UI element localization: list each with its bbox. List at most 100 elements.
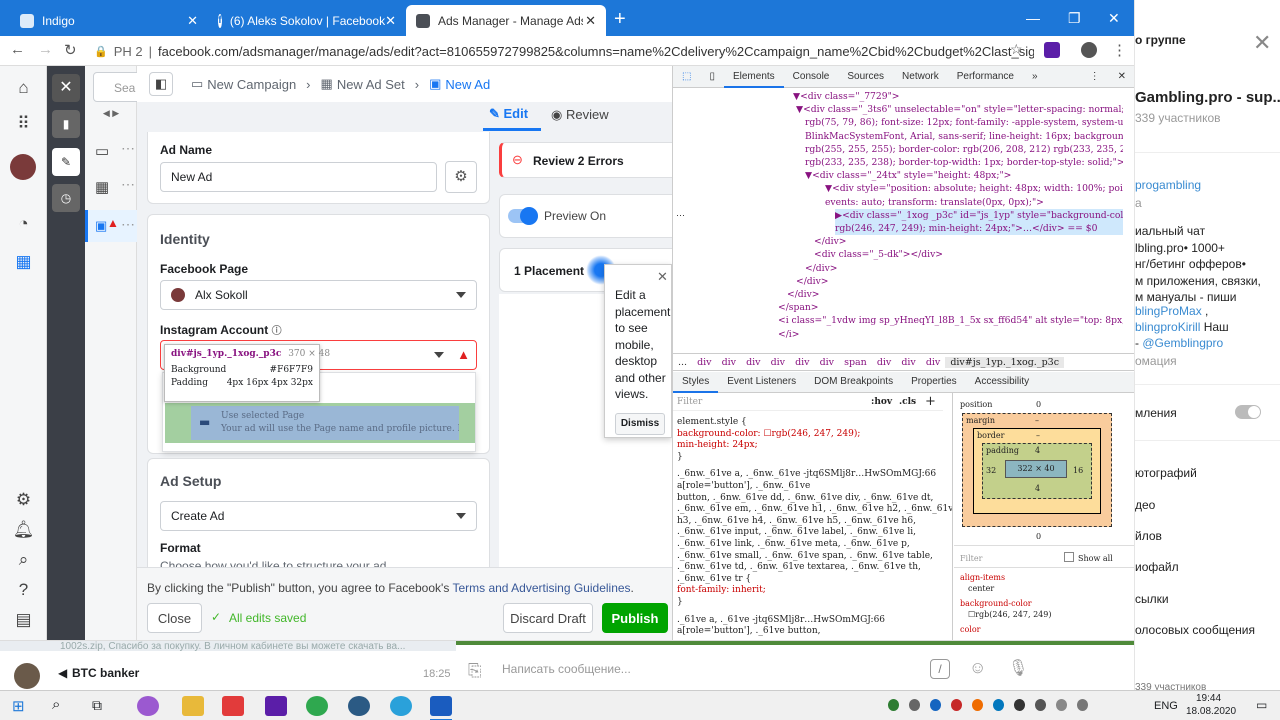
bookmark-star-icon[interactable]: ☆: [1010, 41, 1023, 58]
ad-setup-select[interactable]: Create Ad: [160, 501, 477, 531]
media-voice[interactable]: олосовых сообщения: [1135, 623, 1255, 637]
media-video[interactable]: део: [1135, 498, 1155, 512]
media-audio[interactable]: иофайл: [1135, 560, 1179, 574]
maximize-icon[interactable]: ❐: [1068, 10, 1081, 27]
telegram-icon[interactable]: [390, 696, 412, 716]
review-errors-card[interactable]: ⊖ Review 2 Errors: [499, 142, 672, 178]
style-rule-line[interactable]: button, ._6nw._61ve dd, ._6nw._61ve div,…: [677, 493, 933, 503]
close-icon[interactable]: ✕: [52, 74, 80, 102]
subtab-dom-breakpoints[interactable]: DOM Breakpoints: [805, 371, 902, 393]
profile-avatar[interactable]: [1081, 42, 1097, 58]
tray-icon[interactable]: [972, 699, 983, 711]
tray-icon[interactable]: [888, 699, 899, 711]
clock-date[interactable]: 18.08.2020: [1186, 706, 1236, 717]
dom-crumb[interactable]: div: [790, 357, 815, 368]
attach-icon[interactable]: ⎘: [468, 661, 482, 681]
style-rule-line[interactable]: ._6nw._61ve link, ._6nw._61ve meta, ._6n…: [677, 539, 910, 549]
dom-crumb[interactable]: div: [741, 357, 766, 368]
task-view-icon[interactable]: ⧉: [92, 697, 102, 714]
dom-tree-line[interactable]: ▼<div style="position: absolute; height:…: [825, 182, 1123, 195]
dom-crumb[interactable]: div: [872, 357, 897, 368]
desc-link[interactable]: blingProMax: [1135, 304, 1202, 318]
gear-icon[interactable]: ⚙: [445, 161, 477, 193]
device-toolbar-icon[interactable]: ▯: [700, 66, 724, 88]
tray-icon[interactable]: [993, 699, 1004, 711]
close-icon[interactable]: ✕: [585, 13, 596, 29]
dom-tree-line[interactable]: ▼<div class="_3ts6" unselectable="on" st…: [796, 103, 1123, 116]
style-rule-line[interactable]: ._6nw._61ve em, ._6nw._61ve h1, ._6nw._6…: [677, 504, 952, 514]
dom-tree-line[interactable]: <div class="_5-dk"></div>: [814, 248, 943, 261]
info-icon[interactable]: ⓘ: [272, 326, 282, 337]
home-icon[interactable]: ⌂: [0, 78, 47, 98]
dom-tree-line[interactable]: rgb(246, 247, 249); min-height: 24px;">……: [835, 222, 1123, 236]
close-button[interactable]: Close: [147, 603, 202, 633]
style-rule-line[interactable]: a[role='button'], ._6nw._61ve: [677, 481, 810, 491]
media-photos[interactable]: ютографий: [1135, 466, 1197, 480]
show-all-checkbox[interactable]: [1064, 552, 1074, 562]
dom-tree-line[interactable]: </span>: [778, 301, 818, 314]
indigo-taskbar-icon[interactable]: [137, 696, 159, 716]
breadcrumb-adset[interactable]: New Ad Set: [337, 77, 405, 92]
tree-scroll-arrows[interactable]: ◀ ▶: [85, 108, 137, 119]
style-rule-line[interactable]: ._6nw._61ve tr {: [677, 574, 751, 584]
tray-icon[interactable]: [1077, 699, 1088, 711]
gauge-icon[interactable]: ◔: [0, 214, 47, 234]
microphone-icon[interactable]: 🎙︎: [1008, 658, 1028, 678]
new-tab-icon[interactable]: +: [614, 8, 626, 31]
search-icon[interactable]: ⌕: [0, 550, 47, 570]
close-icon[interactable]: ✕: [187, 13, 198, 29]
discard-draft-button[interactable]: Discard Draft: [503, 603, 593, 633]
style-rule-line[interactable]: ._6nw._61ve td, ._6nw._61ve textarea, ._…: [677, 562, 921, 572]
tray-icon[interactable]: [1056, 699, 1067, 711]
minimize-icon[interactable]: —: [1026, 10, 1040, 26]
devtools-tab-network[interactable]: Network: [893, 66, 948, 88]
media-files[interactable]: йлов: [1135, 529, 1162, 543]
style-rule-line[interactable]: }: [677, 452, 683, 462]
dom-tree-line[interactable]: </div>: [814, 235, 847, 248]
message-input[interactable]: Написать сообщение...: [502, 662, 631, 676]
computed-prop[interactable]: color: [960, 625, 981, 634]
style-rule-line[interactable]: ._6nw._61ve small, ._6nw._61ve span, ._6…: [677, 551, 933, 561]
browser-menu-icon[interactable]: ⋮: [1112, 41, 1127, 59]
devtools-tab-console[interactable]: Console: [784, 66, 839, 88]
tab-indigo[interactable]: Indigo ✕: [10, 5, 208, 36]
tray-icon[interactable]: [951, 699, 962, 711]
devtools-tab-sources[interactable]: Sources: [838, 66, 893, 88]
dom-crumb[interactable]: div: [921, 357, 946, 368]
subtab-properties[interactable]: Properties: [902, 371, 966, 393]
dom-tree-line[interactable]: rgb(233, 235, 238); border-top-width: 1p…: [805, 156, 1123, 169]
dropdown-option-use-selected[interactable]: Use selected Page Your ad will use the P…: [191, 406, 459, 440]
tab-ads-manager[interactable]: Ads Manager - Manage Ads - Ac ✕: [406, 5, 606, 36]
tray-icon[interactable]: [930, 699, 941, 711]
notifications-icon[interactable]: ▭: [1256, 698, 1267, 712]
add-rule-icon[interactable]: +: [925, 394, 936, 409]
inspect-element-icon[interactable]: ⬚: [673, 66, 700, 88]
dom-tree-line[interactable]: BlinkMacSystemFont, Arial, sans-serif; l…: [805, 130, 1123, 143]
dom-tree-line[interactable]: ▶<div class="_1xog _p3c" id="js_1yp" sty…: [835, 208, 1123, 222]
back-icon[interactable]: ←: [10, 41, 25, 58]
tab-facebook[interactable]: f (6) Aleks Sokolov | Facebook ✕: [208, 5, 406, 36]
tab-edit[interactable]: ✎ Edit: [489, 106, 528, 122]
devtools-tab-elements[interactable]: Elements: [723, 66, 784, 88]
more-icon[interactable]: ⋯: [121, 216, 135, 233]
dom-tree-line[interactable]: rgb(255, 255, 255); border-color: rgb(20…: [805, 143, 1123, 156]
dom-crumb[interactable]: div#js_1yp._1xog._p3c: [945, 356, 1065, 368]
style-rule-line[interactable]: ._6nw._61ve input, ._6nw._61ve label, ._…: [677, 527, 916, 537]
devtools-tab-performance[interactable]: Performance: [948, 66, 1023, 88]
tray-icon[interactable]: [1014, 699, 1025, 711]
devtools-menu-icon[interactable]: ⋮: [1081, 66, 1109, 88]
dom-tree-line[interactable]: ▼<div class="_7729">: [793, 90, 900, 103]
table-icon[interactable]: ▦: [0, 252, 47, 272]
style-rule-line[interactable]: a[role='button'], ._61ve button,: [677, 626, 820, 636]
style-rule-line[interactable]: ._61ve a, ._61ve -jtq6SMlj8r…HwSOmMGJ:66: [677, 615, 885, 625]
chart-icon[interactable]: ▮: [52, 110, 80, 138]
clock-icon[interactable]: ◷: [52, 184, 80, 212]
style-rule-line[interactable]: background-color: ☐rgb(246, 247, 249);: [677, 429, 860, 439]
search-icon[interactable]: ⌕: [52, 696, 60, 713]
style-rule-line[interactable]: h3, ._6nw._61ve h4, ._6nw._61ve h5, ._6n…: [677, 516, 916, 526]
dom-crumb[interactable]: div: [692, 357, 717, 368]
style-rule-line[interactable]: element.style {: [677, 417, 747, 427]
subtab-styles[interactable]: Styles: [673, 371, 719, 393]
commands-icon[interactable]: /: [930, 659, 950, 679]
dom-tree-line[interactable]: </i>: [778, 328, 799, 341]
